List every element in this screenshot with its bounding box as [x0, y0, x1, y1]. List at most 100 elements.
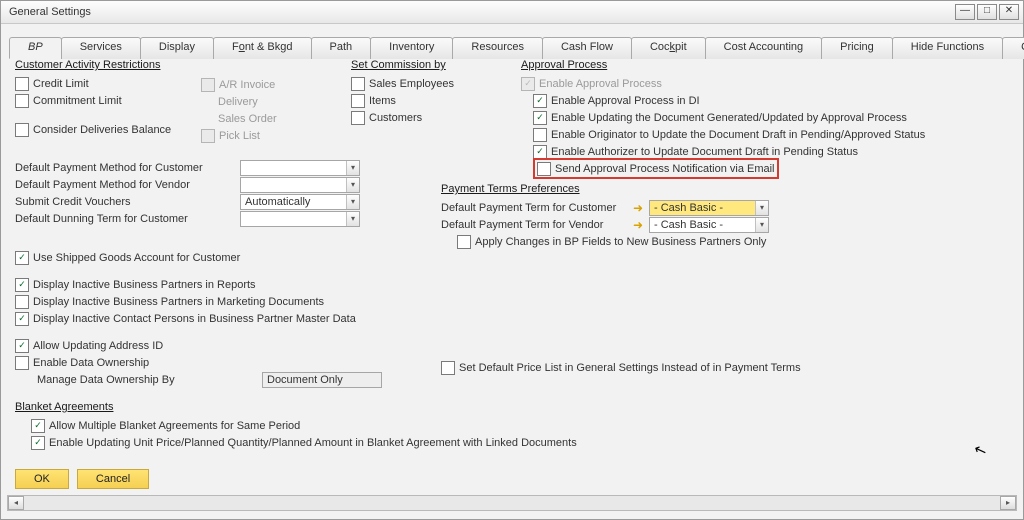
lbl-blanket-multi: Allow Multiple Blanket Agreements for Sa… [49, 420, 300, 432]
lbl-inactive-marketing: Display Inactive Business Partners in Ma… [33, 296, 324, 308]
chk-items[interactable] [351, 94, 365, 108]
chevron-down-icon: ▾ [346, 161, 359, 175]
lbl-enable-approval: Enable Approval Process [539, 78, 662, 90]
lbl-dpt-vendor: Default Payment Term for Vendor [441, 219, 631, 231]
chk-apply-new-bp[interactable] [457, 235, 471, 249]
tab-body: Customer Activity Restrictions Credit Li… [1, 59, 1023, 69]
scroll-right-icon[interactable]: ▸ [1000, 496, 1016, 510]
combo-dpt-customer[interactable]: - Cash Basic -▾ [649, 200, 769, 216]
chk-commitment-limit[interactable] [15, 94, 29, 108]
lbl-credit-limit: Credit Limit [33, 78, 89, 90]
chk-inactive-contact[interactable]: ✓ [15, 312, 29, 326]
val-submit-vouchers: Automatically [245, 196, 310, 208]
val-dpt-vendor: - Cash Basic - [654, 219, 723, 231]
lbl-delivery: Delivery [218, 96, 258, 108]
lbl-apply-new-bp: Apply Changes in BP Fields to New Busine… [475, 236, 766, 248]
scroll-left-icon[interactable]: ◂ [8, 496, 24, 510]
tab-resources[interactable]: Resources [452, 37, 543, 59]
tab-pricing[interactable]: Pricing [821, 37, 893, 59]
chk-blanket-unitprice[interactable]: ✓ [31, 436, 45, 450]
maximize-button[interactable]: □ [977, 4, 997, 20]
chk-approval-email[interactable] [537, 162, 551, 176]
chk-approval-authorizer[interactable]: ✓ [533, 145, 547, 159]
lbl-shipped-goods: Use Shipped Goods Account for Customer [33, 252, 240, 264]
lbl-items: Items [369, 95, 396, 107]
chk-shipped-goods[interactable]: ✓ [15, 251, 29, 265]
lbl-ar-invoice: A/R Invoice [219, 79, 275, 91]
lbl-consider-deliveries: Consider Deliveries Balance [33, 124, 171, 136]
lbl-approval-authorizer: Enable Authorizer to Update Document Dra… [551, 146, 858, 158]
lbl-dpm-vendor: Default Payment Method for Vendor [15, 179, 240, 191]
heading-blanket: Blanket Agreements [15, 401, 715, 413]
lbl-sales-order: Sales Order [218, 113, 277, 125]
combo-submit-vouchers[interactable]: Automatically▾ [240, 194, 360, 210]
tab-cash-flow[interactable]: Cash Flow [542, 37, 632, 59]
heading-commission: Set Commission by [351, 59, 501, 71]
tab-inventory[interactable]: Inventory [370, 37, 453, 59]
lbl-allow-address: Allow Updating Address ID [33, 340, 163, 352]
ok-button[interactable]: OK [15, 469, 69, 489]
close-button[interactable]: ✕ [999, 4, 1019, 20]
chk-data-ownership[interactable] [15, 356, 29, 370]
chk-blanket-multi[interactable]: ✓ [31, 419, 45, 433]
chk-approval-originator[interactable] [533, 128, 547, 142]
lbl-blanket-unitprice: Enable Updating Unit Price/Planned Quant… [49, 437, 577, 449]
lbl-approval-originator: Enable Originator to Update the Document… [551, 129, 925, 141]
lbl-sales-employees: Sales Employees [369, 78, 454, 90]
chk-approval-update-doc[interactable]: ✓ [533, 111, 547, 125]
val-ownership-by: Document Only [267, 374, 343, 386]
chk-approval-di[interactable]: ✓ [533, 94, 547, 108]
lbl-commitment-limit: Commitment Limit [33, 95, 122, 107]
arrow-right-icon[interactable]: ➜ [631, 201, 645, 215]
combo-dpm-customer[interactable]: ▾ [240, 160, 360, 176]
chk-consider-deliveries[interactable] [15, 123, 29, 137]
chk-customers[interactable] [351, 111, 365, 125]
combo-dpm-vendor[interactable]: ▾ [240, 177, 360, 193]
chk-inactive-reports[interactable]: ✓ [15, 278, 29, 292]
lbl-approval-update-doc: Enable Updating the Document Generated/U… [551, 112, 907, 124]
tab-services[interactable]: Services [61, 37, 141, 59]
tab-bp[interactable]: BP [9, 37, 62, 59]
minimize-button[interactable]: — [955, 4, 975, 20]
combo-dpt-vendor[interactable]: - Cash Basic -▾ [649, 217, 769, 233]
lbl-dunning-term: Default Dunning Term for Customer [15, 213, 240, 225]
tab-hide-functions[interactable]: Hide Functions [892, 37, 1003, 59]
combo-dunning-term[interactable]: ▾ [240, 211, 360, 227]
tab-cost-accounting[interactable]: Cost Accounting [705, 37, 823, 59]
window-title: General Settings [5, 6, 91, 18]
chk-allow-address[interactable]: ✓ [15, 339, 29, 353]
chevron-down-icon: ▾ [346, 212, 359, 226]
chk-ar-invoice [201, 78, 215, 92]
heading-car: Customer Activity Restrictions [15, 59, 195, 71]
cancel-button[interactable]: Cancel [77, 469, 149, 489]
chk-inactive-marketing[interactable] [15, 295, 29, 309]
lbl-dpt-customer: Default Payment Term for Customer [441, 202, 631, 214]
tab-cockpit[interactable]: Cockpit [631, 37, 706, 59]
heading-ptp: Payment Terms Preferences [441, 183, 1001, 195]
chk-pick-list [201, 129, 215, 143]
tab-display[interactable]: Display [140, 37, 214, 59]
lbl-dpm-customer: Default Payment Method for Customer [15, 162, 240, 174]
chk-sales-employees[interactable] [351, 77, 365, 91]
chk-credit-limit[interactable] [15, 77, 29, 91]
chk-default-pricelist[interactable] [441, 361, 455, 375]
horizontal-scrollbar[interactable]: ◂ ▸ [7, 495, 1017, 511]
cursor-icon: ↖ [972, 439, 990, 460]
lbl-submit-vouchers: Submit Credit Vouchers [15, 196, 240, 208]
chk-enable-approval: ✓ [521, 77, 535, 91]
titlebar: General Settings — □ ✕ [1, 1, 1023, 24]
heading-approval: Approval Process [521, 59, 1011, 71]
window-buttons: — □ ✕ [955, 4, 1019, 20]
tab-path[interactable]: Path [311, 37, 372, 59]
lbl-inactive-contact: Display Inactive Contact Persons in Busi… [33, 313, 356, 325]
arrow-right-icon[interactable]: ➜ [631, 218, 645, 232]
lbl-customers: Customers [369, 112, 422, 124]
lbl-approval-email: Send Approval Process Notification via E… [555, 163, 775, 175]
lbl-pick-list: Pick List [219, 130, 260, 142]
tab-font-bkgd[interactable]: Font & Bkgd [213, 37, 312, 59]
general-settings-window: General Settings — □ ✕ BP Services Displ… [0, 0, 1024, 520]
lbl-approval-di: Enable Approval Process in DI [551, 95, 700, 107]
tab-strip: BP Services Display Font & Bkgd Path Inv… [9, 36, 1015, 59]
tab-qr-codes[interactable]: QR Codes [1002, 37, 1024, 59]
combo-ownership-by: Document Only [262, 372, 382, 388]
